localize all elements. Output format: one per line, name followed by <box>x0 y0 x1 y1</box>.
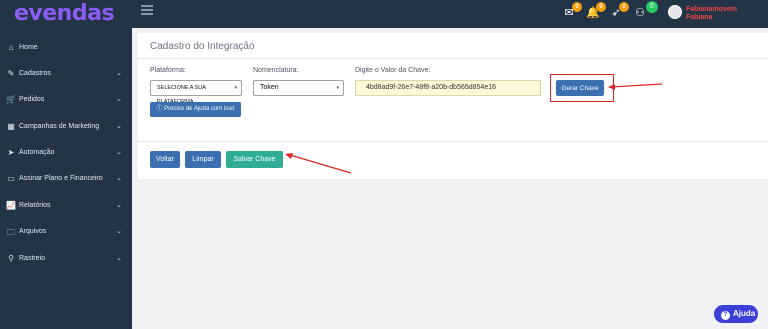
help-user-icon[interactable]: ⚇ <box>633 6 647 20</box>
sidebar-item[interactable]: ➤ Automação ⌄ <box>0 143 132 163</box>
annotation-arrow-gerar <box>608 83 663 90</box>
chevron-down-icon: ⌄ <box>116 149 122 156</box>
whatsapp-icon[interactable]: ✆ <box>646 1 658 13</box>
sidebar-item-label: Arquivos <box>19 228 47 235</box>
nomenclatura-label: Nomenclatura: <box>253 67 299 74</box>
folder-icon: 🗀 <box>7 228 15 237</box>
rocket-icon[interactable]: ➶ 0 <box>609 2 629 20</box>
plataforma-label: Plataforma: <box>150 67 186 74</box>
sidebar-item[interactable]: 🛒 Pedidos ⌄ <box>0 90 132 110</box>
ajuda-button[interactable]: ⓘ Preciso de Ajuda com isso <box>150 102 241 117</box>
page-title: Cadastro do Integração <box>150 41 255 52</box>
bell-badge: 0 <box>596 2 606 12</box>
sidebar-item[interactable]: 📈 Relatórios ⌄ <box>0 196 132 216</box>
sidebar-item-label: Campanhas de Marketing <box>19 123 100 130</box>
bell-icon[interactable]: 🔔 0 <box>586 2 606 20</box>
mail-icon[interactable]: ✉ 0 <box>562 2 582 20</box>
chevron-down-icon: ⌄ <box>116 255 122 262</box>
chevron-down-icon: ▾ <box>234 85 237 91</box>
salvar-chave-button[interactable]: Salvar Chave <box>226 151 283 168</box>
ajuda-widget-label: Ajuda <box>733 309 756 318</box>
question-icon: ⓘ <box>156 106 165 112</box>
ajuda-widget-button[interactable]: ? Ajuda <box>714 305 758 323</box>
sidebar-item-label: Pedidos <box>19 96 45 103</box>
sidebar-item[interactable]: ▭ Assinar Plano e Financeiro ⌄ <box>0 169 132 189</box>
sidebar-item[interactable]: ▦ Campanhas de Marketing ⌄ <box>0 117 132 137</box>
avatar[interactable] <box>668 5 682 19</box>
sidebar-item-label: Home <box>19 44 38 51</box>
chevron-down-icon: ▾ <box>336 85 339 91</box>
rocket-badge: 0 <box>619 2 629 12</box>
logo[interactable]: evendas <box>14 1 115 26</box>
nomenclatura-value: Token <box>260 84 279 91</box>
gerar-chave-button[interactable]: Gerar Chave <box>556 80 604 96</box>
nomenclatura-select[interactable]: Token ▾ <box>253 80 344 96</box>
edit-icon: ✎ <box>7 69 15 78</box>
home-icon: ⌂ <box>8 43 14 52</box>
chevron-down-icon: ⌄ <box>116 228 122 235</box>
campaign-icon: ▦ <box>7 122 15 131</box>
divider <box>138 141 768 142</box>
divider <box>138 58 768 59</box>
ajuda-button-label: Preciso de Ajuda com isso <box>164 106 235 112</box>
sidebar-item[interactable]: ⚲ Rastreio ⌄ <box>0 249 132 269</box>
plataforma-select[interactable]: SELECIONE A SUA PLATAFORMA ▾ <box>150 80 242 105</box>
menu-toggle-icon[interactable] <box>141 5 153 15</box>
chart-icon: 📈 <box>6 201 16 210</box>
limpar-button[interactable]: Limpar <box>185 151 221 168</box>
chave-input[interactable]: 4bd8ad9f-26e7-48f8-a20b-db565d854e16 <box>355 80 541 96</box>
card-icon: ▭ <box>7 174 15 183</box>
sidebar-item[interactable]: 🗀 Arquivos ⌄ <box>0 222 132 242</box>
mail-badge: 0 <box>572 2 582 12</box>
bolt-icon: ➤ <box>7 148 15 157</box>
chave-label: Digite o Valor da Chave: <box>355 67 431 74</box>
sidebar-item[interactable]: ✎ Cadastros ⌄ <box>0 64 132 84</box>
chevron-down-icon: ⌄ <box>116 70 122 77</box>
search-icon: ⚲ <box>8 254 14 263</box>
top-bar: evendas ✉ 0 🔔 0 ➶ 0 ⚇ ✆ Fabianamovem Fabian… <box>0 0 768 28</box>
sidebar-item-label: Assinar Plano e Financeiro <box>19 175 103 182</box>
chevron-down-icon: ⌄ <box>116 202 122 209</box>
cart-icon: 🛒 <box>6 95 16 104</box>
sidebar-item[interactable]: ⌂ Home <box>0 38 132 58</box>
chevron-down-icon: ⌄ <box>116 175 122 182</box>
user-name[interactable]: Fabianamovem Fabiana <box>686 6 748 22</box>
question-icon: ? <box>721 311 730 320</box>
chevron-down-icon: ⌄ <box>116 96 122 103</box>
sidebar-item-label: Rastreio <box>19 255 46 262</box>
integration-form-panel: Cadastro do Integração Plataforma: SELEC… <box>138 33 768 179</box>
sidebar-item-label: Cadastros <box>19 70 51 77</box>
sidebar: ⌂ Home ✎ Cadastros ⌄ 🛒 Pedidos ⌄ ▦ Campanhas de M… <box>0 28 132 329</box>
sidebar-item-label: Automação <box>19 149 55 156</box>
voltar-button[interactable]: Voltar <box>150 151 180 168</box>
annotation-arrow-salvar <box>285 153 352 174</box>
sidebar-item-label: Relatórios <box>19 202 51 209</box>
chevron-down-icon: ⌄ <box>116 123 122 130</box>
